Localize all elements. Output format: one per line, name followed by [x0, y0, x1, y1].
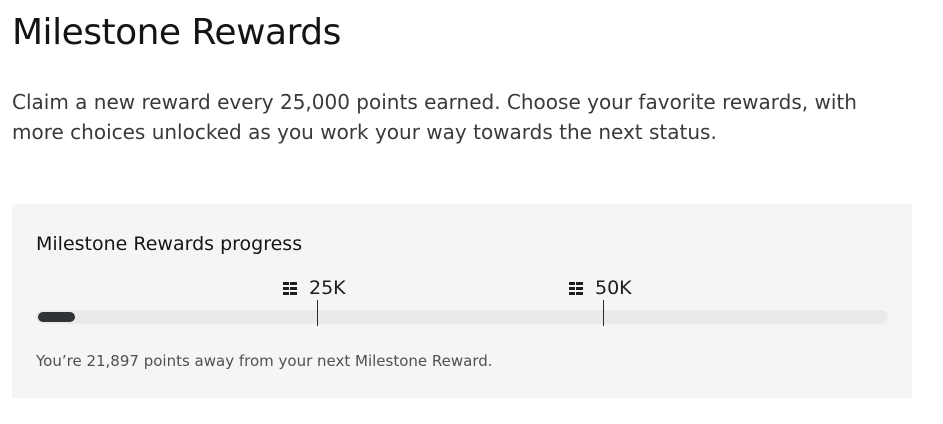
milestone-label: 50K	[595, 277, 632, 299]
progress-track	[36, 310, 888, 324]
progress-fill	[38, 312, 75, 322]
page-description: Claim a new reward every 25,000 points e…	[12, 90, 857, 144]
progress-card-title: Milestone Rewards progress	[36, 233, 303, 255]
milestone-tick	[317, 300, 318, 326]
milestone-progress-card: Milestone Rewards progress 25K 50K You’r…	[12, 204, 912, 398]
points-away-status: You’re 21,897 points away from your next…	[36, 352, 493, 370]
milestone-label: 25K	[309, 277, 346, 299]
milestone-tick	[603, 300, 604, 326]
page-title: Milestone Rewards	[12, 12, 341, 53]
reward-icon	[569, 281, 583, 295]
reward-icon	[283, 281, 297, 295]
